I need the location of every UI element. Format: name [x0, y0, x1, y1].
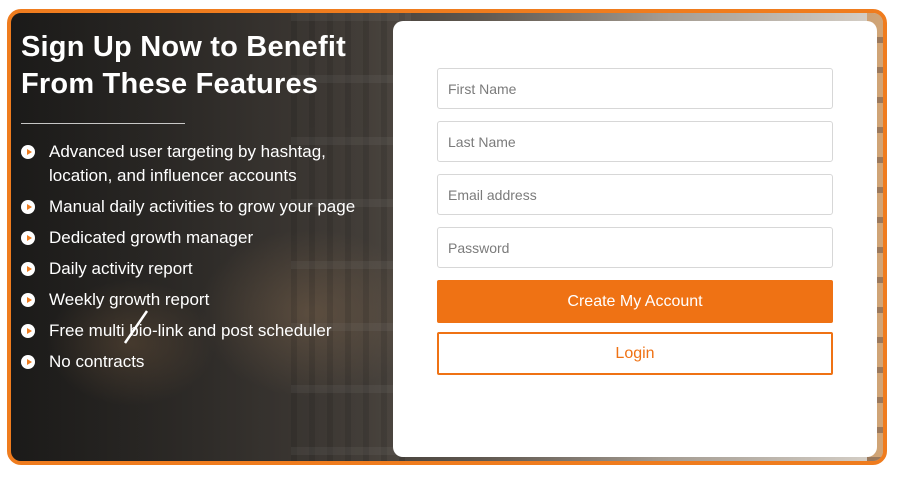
- feature-item: Advanced user targeting by hashtag, loca…: [21, 140, 361, 188]
- promo-headline: Sign Up Now to Benefit From These Featur…: [21, 31, 346, 100]
- feature-item: Free multi bio-link and post scheduler: [21, 319, 361, 343]
- feature-item: Manual daily activities to grow your pag…: [21, 195, 361, 219]
- feature-text: Dedicated growth manager: [49, 228, 254, 247]
- feature-text: Manual daily activities to grow your pag…: [49, 197, 356, 216]
- signup-form: Create My Account Login: [393, 21, 877, 457]
- login-button[interactable]: Login: [437, 332, 833, 375]
- chevron-right-icon: [21, 200, 35, 214]
- mouse-cursor-icon: [123, 310, 149, 344]
- chevron-right-icon: [21, 262, 35, 276]
- email-input[interactable]: [437, 174, 833, 215]
- signup-promo: Sign Up Now to Benefit From These Featur…: [21, 29, 381, 381]
- feature-text: Free multi bio-link and post scheduler: [49, 321, 332, 340]
- last-name-input[interactable]: [437, 121, 833, 162]
- chevron-right-icon: [21, 355, 35, 369]
- chevron-right-icon: [21, 293, 35, 307]
- promo-divider: [21, 123, 185, 124]
- chevron-right-icon: [21, 145, 35, 159]
- feature-text: Advanced user targeting by hashtag, loca…: [49, 142, 326, 185]
- first-name-input[interactable]: [437, 68, 833, 109]
- signup-banner: Sign Up Now to Benefit From These Featur…: [7, 9, 887, 465]
- feature-list: Advanced user targeting by hashtag, loca…: [21, 140, 361, 374]
- feature-item: No contracts: [21, 350, 361, 374]
- feature-text: Daily activity report: [49, 259, 193, 278]
- feature-item: Weekly growth report: [21, 288, 361, 312]
- create-account-button[interactable]: Create My Account: [437, 280, 833, 323]
- feature-item: Dedicated growth manager: [21, 226, 361, 250]
- chevron-right-icon: [21, 231, 35, 245]
- feature-item: Daily activity report: [21, 257, 361, 281]
- feature-text: No contracts: [49, 352, 145, 371]
- password-input[interactable]: [437, 227, 833, 268]
- chevron-right-icon: [21, 324, 35, 338]
